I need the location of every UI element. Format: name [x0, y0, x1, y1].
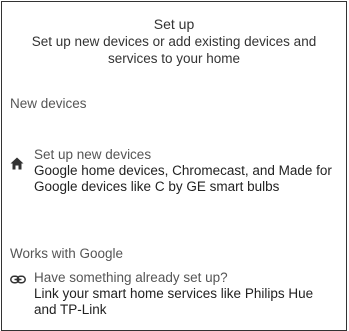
set-up-new-devices-item[interactable]: Set up new devices Google home devices, …: [10, 147, 336, 195]
setup-screen: Set up Set up new devices or add existin…: [1, 1, 347, 331]
item-title: Set up new devices: [34, 147, 152, 162]
link-existing-services-item[interactable]: Have something already set up? Link your…: [10, 270, 336, 318]
link-icon: [10, 270, 30, 285]
item-description: Google home devices, Chromecast, and Mad…: [34, 163, 332, 194]
header: Set up Set up new devices or add existin…: [2, 16, 346, 67]
home-icon: [10, 147, 30, 170]
page-title: Set up: [153, 16, 195, 32]
section-label-new-devices: New devices: [10, 96, 87, 111]
section-label-works-with-google: Works with Google: [10, 246, 124, 261]
page-subtitle: Set up new devices or add existing devic…: [31, 34, 317, 66]
item-description: Link your smart home services like Phili…: [34, 286, 314, 317]
item-title: Have something already set up?: [34, 270, 228, 285]
